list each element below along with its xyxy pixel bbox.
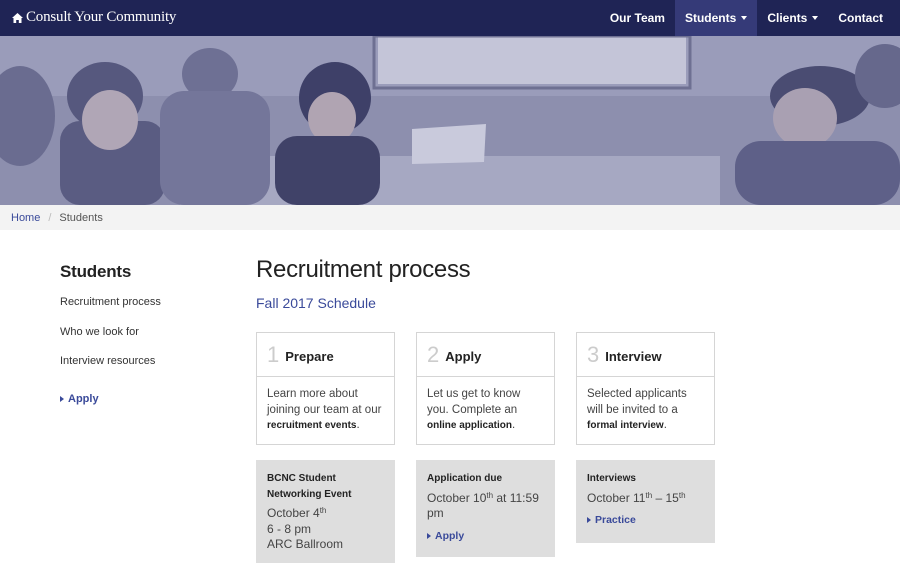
schedule-subtitle: Fall 2017 Schedule (256, 295, 376, 311)
event-date-suffix: th (319, 506, 327, 515)
hero-illustration (0, 36, 900, 205)
step-text: Let us get to know you. Complete an (427, 388, 521, 416)
breadcrumb-home-link[interactable]: Home (11, 212, 40, 224)
nav-contact-label: Contact (838, 11, 883, 25)
nav-students-label: Students (684, 11, 737, 25)
step-description: Learn more about joining our team at our… (257, 377, 394, 444)
breadcrumb-separator: / (48, 211, 52, 224)
step-card-prepare: 1 Prepare Learn more about joining our t… (256, 332, 395, 445)
sidebar-apply-label: Apply (68, 392, 99, 405)
step-bold-text: formal interview (587, 420, 664, 431)
step-number: 2 (427, 341, 440, 367)
sidebar: Students Recruitment process Who we look… (60, 262, 230, 405)
step-title: Interview (605, 349, 662, 364)
caret-right-icon (427, 532, 431, 539)
step-title: Prepare (285, 349, 334, 364)
step-text: Selected applicants will be invited to a (587, 388, 687, 416)
step-bold-text: online application (427, 420, 513, 431)
event-card-interviews: Interviews October 11th – 15th Practice (576, 460, 715, 543)
caret-down-icon (812, 16, 819, 20)
event-date: October 10th at 11:59 pm (427, 491, 544, 522)
step-description: Let us get to know you. Complete an onli… (417, 377, 554, 444)
sidebar-link-recruitment-process[interactable]: Recruitment process (60, 296, 230, 326)
event-time: 6 - 8 pm (267, 521, 312, 536)
event-apply-label: Apply (435, 529, 465, 542)
nav-our-team-label: Our Team (609, 11, 665, 25)
event-date-suffix-end: th (678, 490, 686, 500)
brand-logo[interactable]: Consult Your Community (12, 9, 176, 26)
breadcrumb: Home / Students (0, 205, 900, 230)
step-number: 1 (267, 341, 280, 367)
sidebar-link-who-we-look-for[interactable]: Who we look for (60, 326, 230, 356)
event-date-range: – 15 (652, 490, 679, 505)
step-text-end: . (356, 419, 360, 431)
event-apply-link[interactable]: Apply (427, 530, 544, 542)
event-date: October 11th – 15th (587, 491, 704, 507)
event-title: BCNC Student Networking Event (267, 473, 352, 500)
step-title: Apply (445, 349, 482, 364)
nav-students[interactable]: Students (674, 0, 758, 36)
sidebar-link-interview-resources[interactable]: Interview resources (60, 355, 230, 385)
breadcrumb-current: Students (59, 211, 103, 224)
event-date: October 4th (267, 506, 384, 522)
home-icon (12, 12, 23, 23)
event-date-text: October 4 (267, 506, 320, 520)
event-title: Interviews (587, 473, 636, 484)
sidebar-title: Students (60, 262, 132, 281)
step-number: 3 (587, 341, 600, 367)
caret-down-icon (741, 16, 748, 20)
caret-right-icon (587, 517, 591, 523)
event-date-text: October 10 (427, 490, 487, 505)
event-card-networking: BCNC Student Networking Event October 4t… (256, 460, 395, 563)
step-text-end: . (512, 419, 516, 431)
event-title: Application due (427, 473, 502, 484)
step-text: Learn more about joining our team at our (267, 388, 382, 416)
step-text-end: . (663, 419, 667, 431)
event-practice-label: Practice (595, 514, 636, 526)
step-card-apply: 2 Apply Let us get to know you. Complete… (416, 332, 555, 445)
hero-photo (0, 36, 900, 205)
sidebar-apply-link[interactable]: Apply (60, 393, 230, 405)
page-title: Recruitment process (256, 256, 471, 283)
step-bold-text: recruitment events (267, 420, 357, 431)
brand-name: Consult Your Community (26, 9, 177, 25)
event-place: ARC Ballroom (267, 537, 344, 551)
nav-clients-label: Clients (767, 11, 808, 25)
caret-right-icon (60, 395, 64, 402)
nav-our-team[interactable]: Our Team (600, 0, 675, 36)
top-navbar: Consult Your Community Our Team Students… (0, 0, 900, 36)
nav-clients[interactable]: Clients (757, 0, 828, 36)
event-date-text: October 11 (587, 490, 646, 505)
nav-contact[interactable]: Contact (828, 0, 900, 36)
event-card-application-due: Application due October 10th at 11:59 pm… (416, 460, 555, 557)
event-practice-link[interactable]: Practice (587, 514, 704, 526)
step-description: Selected applicants will be invited to a… (577, 377, 714, 444)
step-card-interview: 3 Interview Selected applicants will be … (576, 332, 715, 445)
